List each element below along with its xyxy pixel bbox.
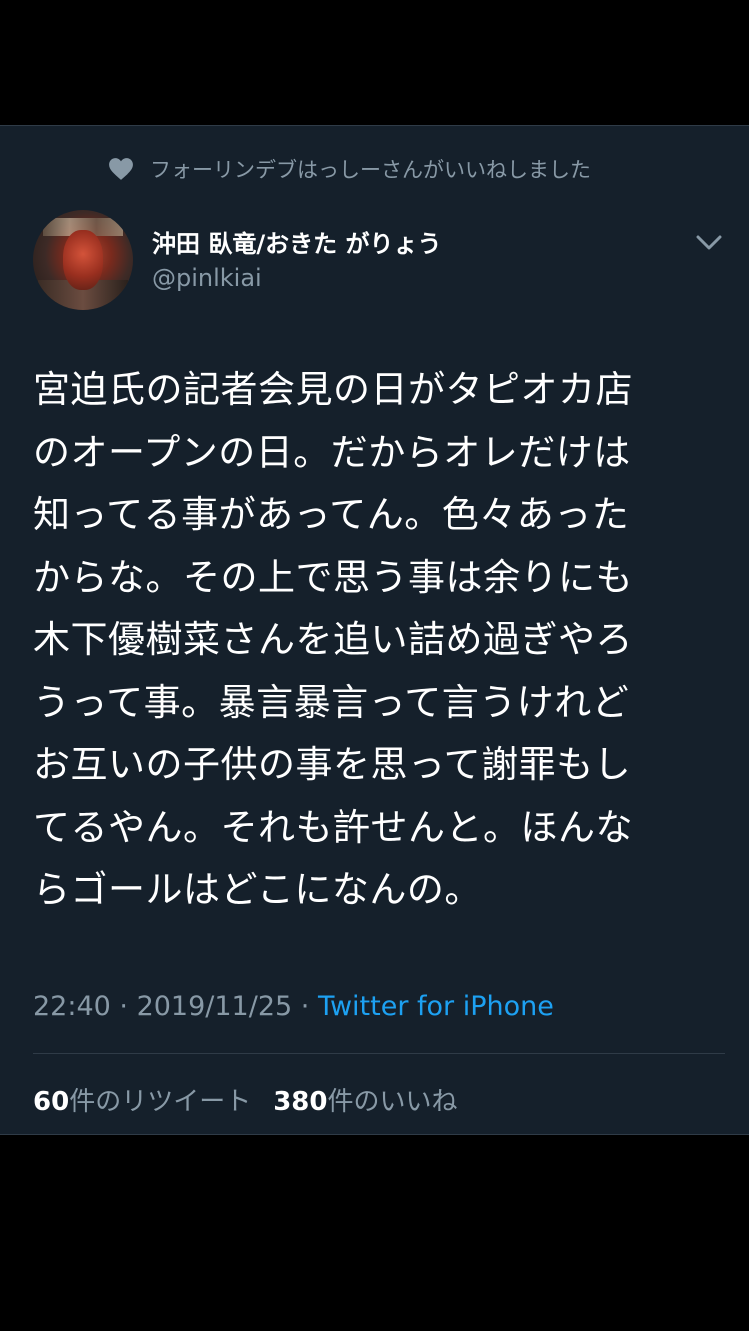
meta-separator: · [110, 991, 137, 1022]
avatar[interactable] [33, 210, 133, 310]
tweet-time[interactable]: 22:40 [33, 991, 111, 1022]
author-display-name[interactable]: 沖田 臥竜/おきた がりょう [152, 224, 441, 259]
meta-separator: · [292, 991, 318, 1022]
likes-count: 380 [273, 1087, 328, 1117]
likes-stat[interactable]: 380件のいいね [273, 1087, 457, 1117]
tweet-line: 木下優樹菜さんを追い詰め過ぎやろ [33, 618, 633, 661]
likes-label: 件のいいね [327, 1087, 458, 1117]
tweet-meta: 22:40 · 2019/11/25 · Twitter for iPhone [33, 991, 554, 1022]
heart-icon [109, 158, 133, 180]
tweet-source-link[interactable]: Twitter for iPhone [318, 991, 554, 1022]
tweet-line: うって事。暴言暴言って言うけれど [33, 680, 630, 724]
divider [33, 1053, 725, 1054]
tweet-card[interactable]: フォーリンデブはっしーさんがいいねしました 沖田 臥竜/おきた がりょう @pi… [0, 125, 749, 1135]
tweet-line: お互いの子供の事を思って謝罪もし [33, 743, 632, 786]
author-handle[interactable]: @pinlkiai [152, 264, 262, 292]
tweet-text: 宮迫氏の記者会見の日がタピオカ店 のオープンの日。だからオレだけは 知ってる事が… [33, 359, 723, 922]
tweet-line: てるやん。それも許せんと。ほんな [33, 805, 633, 849]
retweets-stat[interactable]: 60件のリツイート [33, 1087, 251, 1117]
retweets-label: 件のリツイート [69, 1087, 252, 1117]
tweet-line: 知ってる事があってん。色々あった [33, 493, 630, 536]
social-context: フォーリンデブはっしーさんがいいねしました [108, 154, 591, 184]
social-context-text: フォーリンデブはっしーさんがいいねしました [150, 158, 591, 182]
tweet-line: のオープンの日。だからオレだけは [33, 430, 631, 474]
tweet-date[interactable]: 2019/11/25 [137, 991, 293, 1022]
tweet-line: からな。その上で思う事は余りにも [33, 555, 633, 599]
redaction-top [0, 0, 749, 125]
redaction-bottom [0, 1135, 749, 1331]
chevron-down-icon[interactable] [696, 234, 722, 252]
tweet-line: らゴールはどこになんの。 [33, 868, 482, 911]
tweet-line: 宮迫氏の記者会見の日がタピオカ店 [33, 368, 633, 411]
retweets-count: 60 [33, 1087, 70, 1117]
tweet-stats: 60件のリツイート 380件のいいね [33, 1081, 480, 1118]
